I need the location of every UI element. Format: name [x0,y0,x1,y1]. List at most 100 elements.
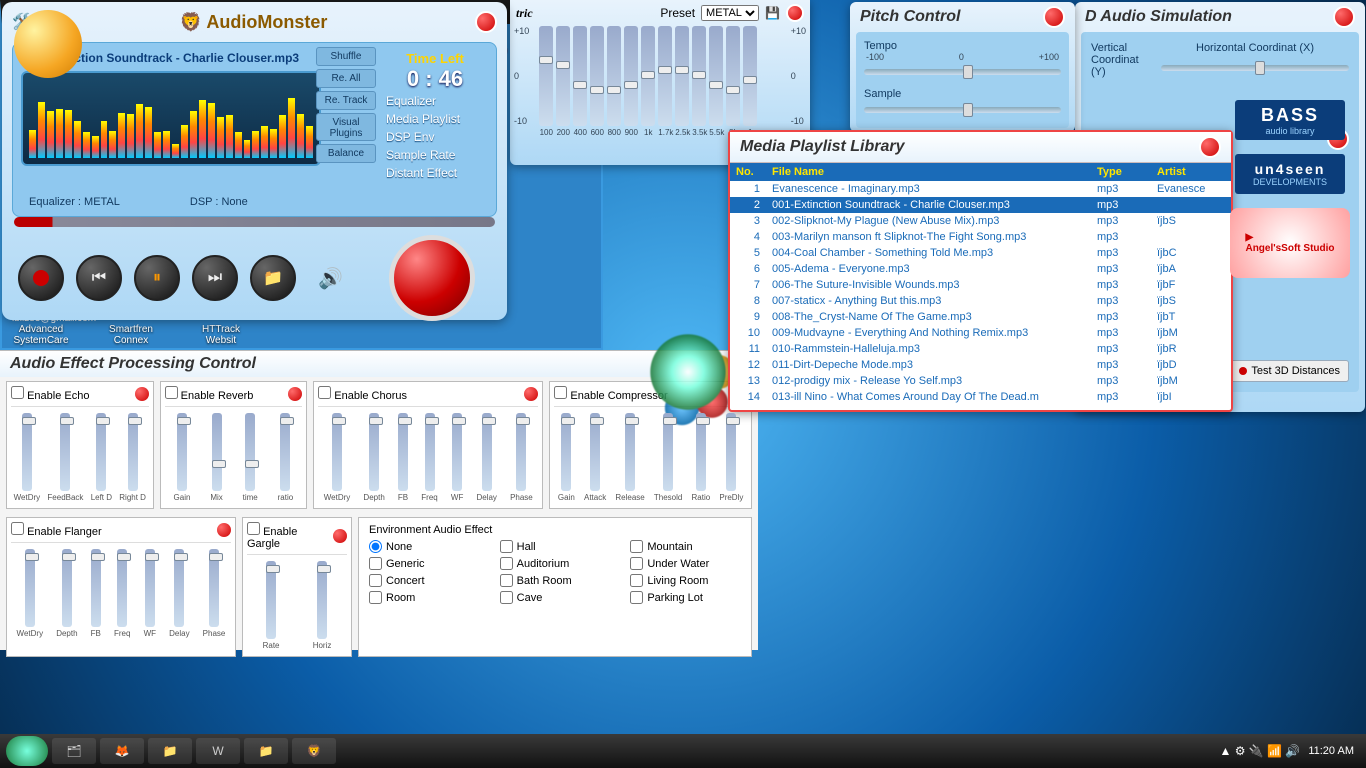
playlist-row[interactable]: 4003-Marilyn manson ft Slipknot-The Figh… [730,229,1231,245]
col-type[interactable]: Type [1091,163,1151,181]
fx-slider[interactable] [62,549,72,627]
eq-band-slider[interactable] [590,26,604,126]
fx-slider[interactable] [482,413,492,491]
close-icon[interactable] [1199,136,1221,158]
fx-slider[interactable] [590,413,600,491]
visual-plugins-button[interactable]: Visual Plugins [316,113,376,141]
start-button[interactable] [6,736,48,766]
env-option[interactable]: Room [369,591,480,604]
fx-slider[interactable] [398,413,408,491]
eq-band-slider[interactable] [726,26,740,126]
tray-icon[interactable]: 🔊 [1285,744,1300,758]
tray-icon[interactable]: ▲ [1220,744,1235,758]
env-option[interactable]: Bath Room [500,574,611,587]
col-no[interactable]: No. [730,163,766,181]
fx-slider[interactable] [212,413,222,491]
playlist-row[interactable]: 9008-The_Cryst-Name Of The Game.mp3mp3ïj… [730,309,1231,325]
eq-band-slider[interactable] [709,26,723,126]
player-menu-item[interactable]: Media Playlist [386,110,484,128]
playlist-row[interactable]: 1Evanescence - Imaginary.mp3mp3Evanesce [730,181,1231,197]
env-option[interactable]: None [369,540,480,553]
col-filename[interactable]: File Name [766,163,1091,181]
fx-slider[interactable] [452,413,462,491]
eq-band-slider[interactable] [692,26,706,126]
player-menu-item[interactable]: Distant Effect [386,164,484,182]
fx-slider[interactable] [280,413,290,491]
fx-slider[interactable] [25,549,35,627]
eq-band-slider[interactable] [658,26,672,126]
fx-slider[interactable] [209,549,219,627]
close-icon[interactable] [786,4,804,22]
fx-slider[interactable] [332,413,342,491]
horizontal-coord-slider[interactable] [1161,58,1349,78]
playlist-row[interactable]: 13012-prodigy mix - Release Yo Self.mp3m… [730,373,1231,389]
playlist-row[interactable]: 7006-The Suture-Invisible Wounds.mp3mp3ï… [730,277,1231,293]
fx-slider[interactable] [369,413,379,491]
fx-slider[interactable] [245,413,255,491]
enable-gargle-checkbox[interactable]: Enable Gargle [247,522,333,550]
eq-band-slider[interactable] [539,26,553,126]
player-menu-item[interactable]: DSP Env [386,128,484,146]
eq-band-slider[interactable] [556,26,570,126]
eq-band-slider[interactable] [573,26,587,126]
record-button[interactable] [18,255,64,301]
playlist-row[interactable]: 11010-Rammstein-Halleluja.mp3mp3ïjbR [730,341,1231,357]
clock[interactable]: 11:20 AM [1308,745,1354,757]
fx-slider[interactable] [425,413,435,491]
fx-slider[interactable] [266,561,276,639]
fx-slider[interactable] [317,561,327,639]
tray-icon[interactable]: 🔌 [1249,744,1267,758]
playlist-row[interactable]: 14013-ill Nino - What Comes Around Day O… [730,389,1231,405]
fx-slider[interactable] [91,549,101,627]
env-option[interactable]: Auditorium [500,557,611,570]
sample-slider[interactable] [864,100,1061,120]
taskbar-item[interactable]: 📁 [244,738,288,764]
speaker-icon[interactable]: 🔊 [318,266,343,291]
pause-button[interactable]: ⏸ [134,255,180,301]
playlist-row[interactable]: 12011-Dirt-Depeche Mode.mp3mp3ïjbD [730,357,1231,373]
playlist-row[interactable]: 3002-Slipknot-My Plague (New Abuse Mix).… [730,213,1231,229]
env-option[interactable]: Under Water [630,557,741,570]
seek-bar[interactable] [14,217,495,227]
taskbar-item[interactable]: 🦊 [100,738,144,764]
save-icon[interactable]: 💾 [765,6,780,20]
test-3d-button[interactable]: Test 3D Distances [1230,360,1349,382]
fx-slider[interactable] [177,413,187,491]
eq-band-slider[interactable] [743,26,757,126]
eq-band-slider[interactable] [675,26,689,126]
close-icon[interactable] [475,11,497,33]
taskbar-item[interactable]: 🦁 [292,738,336,764]
balance-button[interactable]: Balance [316,144,376,163]
col-artist[interactable]: Artist [1151,163,1231,181]
tempo-slider[interactable] [864,62,1061,82]
playlist-row[interactable]: 5004-Coal Chamber - Something Told Me.mp… [730,245,1231,261]
tray-icon[interactable]: 📶 [1267,744,1285,758]
playlist-row[interactable]: 10009-Mudvayne - Everything And Nothing … [730,325,1231,341]
shuffle-button[interactable]: Shuffle [316,47,376,66]
fx-slider[interactable] [561,413,571,491]
env-option[interactable]: Cave [500,591,611,604]
fx-slider[interactable] [663,413,673,491]
close-icon[interactable] [1333,6,1355,28]
enable-chorus-checkbox[interactable]: Enable Chorus [318,386,407,402]
env-option[interactable]: Living Room [630,574,741,587]
enable-echo-checkbox[interactable]: Enable Echo [11,386,89,402]
fx-slider[interactable] [696,413,706,491]
eq-band-slider[interactable] [624,26,638,126]
playlist-row[interactable]: 8007-staticx - Anything But this.mp3mp3ï… [730,293,1231,309]
taskbar-item[interactable]: 🗂 [52,738,96,764]
fx-slider[interactable] [516,413,526,491]
env-option[interactable]: Generic [369,557,480,570]
taskbar-item[interactable]: W [196,738,240,764]
taskbar-item[interactable]: 📁 [148,738,192,764]
open-button[interactable]: 📁 [250,255,296,301]
env-option[interactable]: Concert [369,574,480,587]
close-icon[interactable] [1043,6,1065,28]
next-button[interactable]: ⏭ [192,255,238,301]
fx-slider[interactable] [128,413,138,491]
repeat-track-button[interactable]: Re. Track [316,91,376,110]
volume-knob[interactable] [389,235,475,321]
eq-band-slider[interactable] [641,26,655,126]
enable-reverb-checkbox[interactable]: Enable Reverb [165,386,254,402]
fx-slider[interactable] [625,413,635,491]
